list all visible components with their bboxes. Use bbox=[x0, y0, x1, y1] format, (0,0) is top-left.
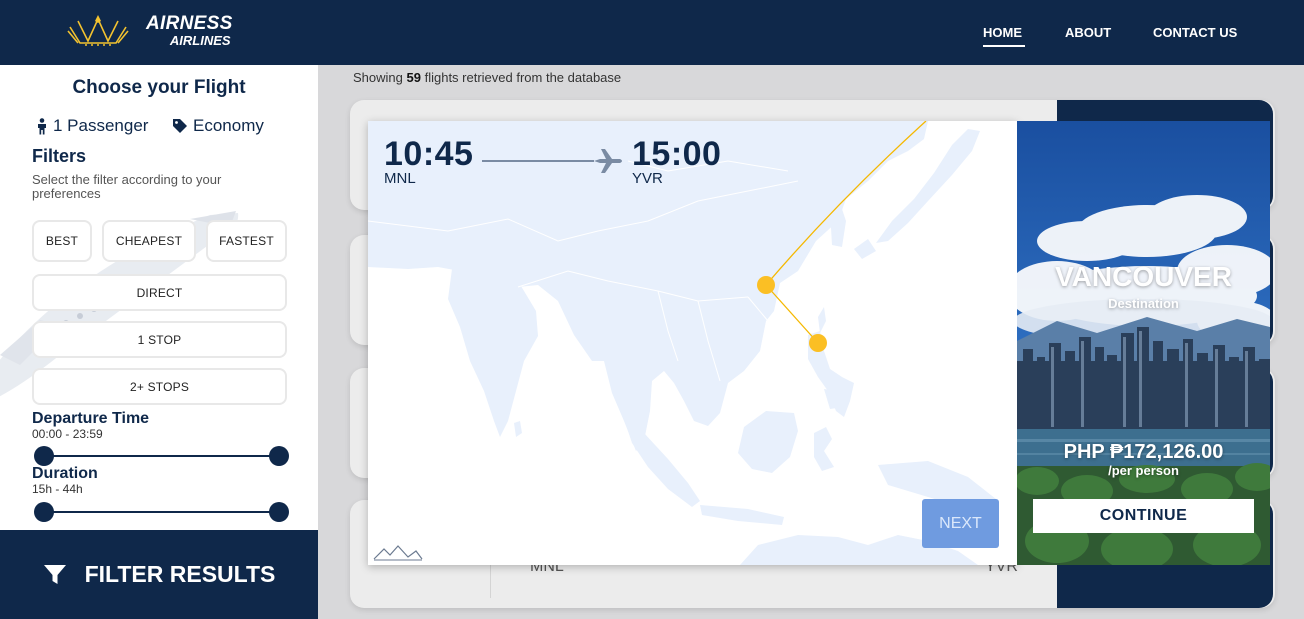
continue-button[interactable]: CONTINUE bbox=[1033, 499, 1254, 533]
nav-active-underline bbox=[983, 45, 1025, 47]
fare-unit: /per person bbox=[1108, 463, 1179, 478]
sidebar-title: Choose your Flight bbox=[72, 77, 246, 98]
filter-direct-button[interactable]: DIRECT bbox=[32, 274, 287, 311]
route-origin-marker bbox=[809, 334, 827, 352]
filters-description: Select the filter according to your pref… bbox=[32, 172, 222, 201]
map-attribution-logo-icon[interactable] bbox=[372, 543, 424, 561]
departure-time-range: 00:00 - 23:59 bbox=[32, 427, 103, 441]
filter-sidebar: Choose your Flight 1 Passenger Economy F… bbox=[0, 65, 318, 619]
departure-slider-min-handle[interactable] bbox=[34, 446, 54, 466]
nav-about-link[interactable]: ABOUT bbox=[1065, 25, 1111, 40]
nav-home-link[interactable]: HOME bbox=[983, 25, 1022, 40]
destination-caption: Destination bbox=[1108, 296, 1179, 311]
passenger-count[interactable]: 1 Passenger bbox=[36, 116, 148, 136]
departure-slider-max-handle[interactable] bbox=[269, 446, 289, 466]
brand-logo-text[interactable]: AIRNESS AIRLINES bbox=[146, 14, 233, 47]
departure-time: 10:45 bbox=[384, 135, 474, 173]
results-count: 59 bbox=[406, 70, 421, 85]
origin-airport-code: MNL bbox=[384, 170, 416, 187]
route-line bbox=[482, 160, 594, 162]
route-stop-marker bbox=[757, 276, 775, 294]
airplane-icon bbox=[594, 149, 622, 173]
destination-panel: VANCOUVER Destination PHP ₱172,126.00 /p… bbox=[1017, 121, 1270, 565]
duration-range: 15h - 44h bbox=[32, 482, 83, 496]
duration-label: Duration bbox=[32, 465, 98, 482]
cabin-label: Economy bbox=[193, 116, 264, 135]
filter-cheapest-button[interactable]: CHEAPEST bbox=[102, 220, 196, 262]
filter-2-plus-stops-button[interactable]: 2+ STOPS bbox=[32, 368, 287, 405]
arrival-time: 15:00 bbox=[632, 135, 722, 173]
brand-name: AIRNESS bbox=[146, 13, 233, 34]
brand-subname: AIRLINES bbox=[169, 33, 231, 48]
nav-contact-link[interactable]: CONTACT US bbox=[1153, 25, 1237, 40]
cabin-class[interactable]: Economy bbox=[172, 116, 264, 136]
duration-slider-max-handle[interactable] bbox=[269, 502, 289, 522]
departure-time-label: Departure Time bbox=[32, 410, 150, 427]
tag-icon bbox=[173, 119, 187, 133]
funnel-icon bbox=[43, 564, 66, 584]
results-count-text: Showing 59 flights retrieved from the da… bbox=[353, 70, 622, 85]
passenger-label: 1 Passenger bbox=[53, 116, 149, 135]
flight-route-map[interactable]: 10:45 MNL 15:00 YVR NEXT bbox=[368, 121, 1017, 565]
departure-slider-track[interactable] bbox=[44, 455, 279, 457]
filter-results-label: FILTER RESULTS bbox=[84, 561, 276, 587]
filter-1-stop-button[interactable]: 1 STOP bbox=[32, 321, 287, 358]
destination-airport-code: YVR bbox=[632, 170, 663, 187]
fare-price: PHP ₱172,126.00 bbox=[1063, 441, 1224, 463]
destination-city: VANCOUVER bbox=[1055, 261, 1232, 292]
route-map-graphic[interactable] bbox=[368, 121, 1017, 565]
filters-heading: Filters bbox=[32, 146, 87, 166]
filter-best-button[interactable]: BEST bbox=[32, 220, 92, 262]
crown-logo-icon[interactable] bbox=[66, 13, 130, 49]
filter-fastest-button[interactable]: FASTEST bbox=[206, 220, 287, 262]
duration-slider-min-handle[interactable] bbox=[34, 502, 54, 522]
filter-results-button[interactable]: FILTER RESULTS bbox=[0, 530, 318, 619]
next-button[interactable]: NEXT bbox=[922, 499, 999, 548]
duration-slider-track[interactable] bbox=[44, 511, 279, 513]
top-navbar: AIRNESS AIRLINES HOME ABOUT CONTACT US bbox=[0, 0, 1304, 65]
person-icon bbox=[38, 117, 46, 134]
